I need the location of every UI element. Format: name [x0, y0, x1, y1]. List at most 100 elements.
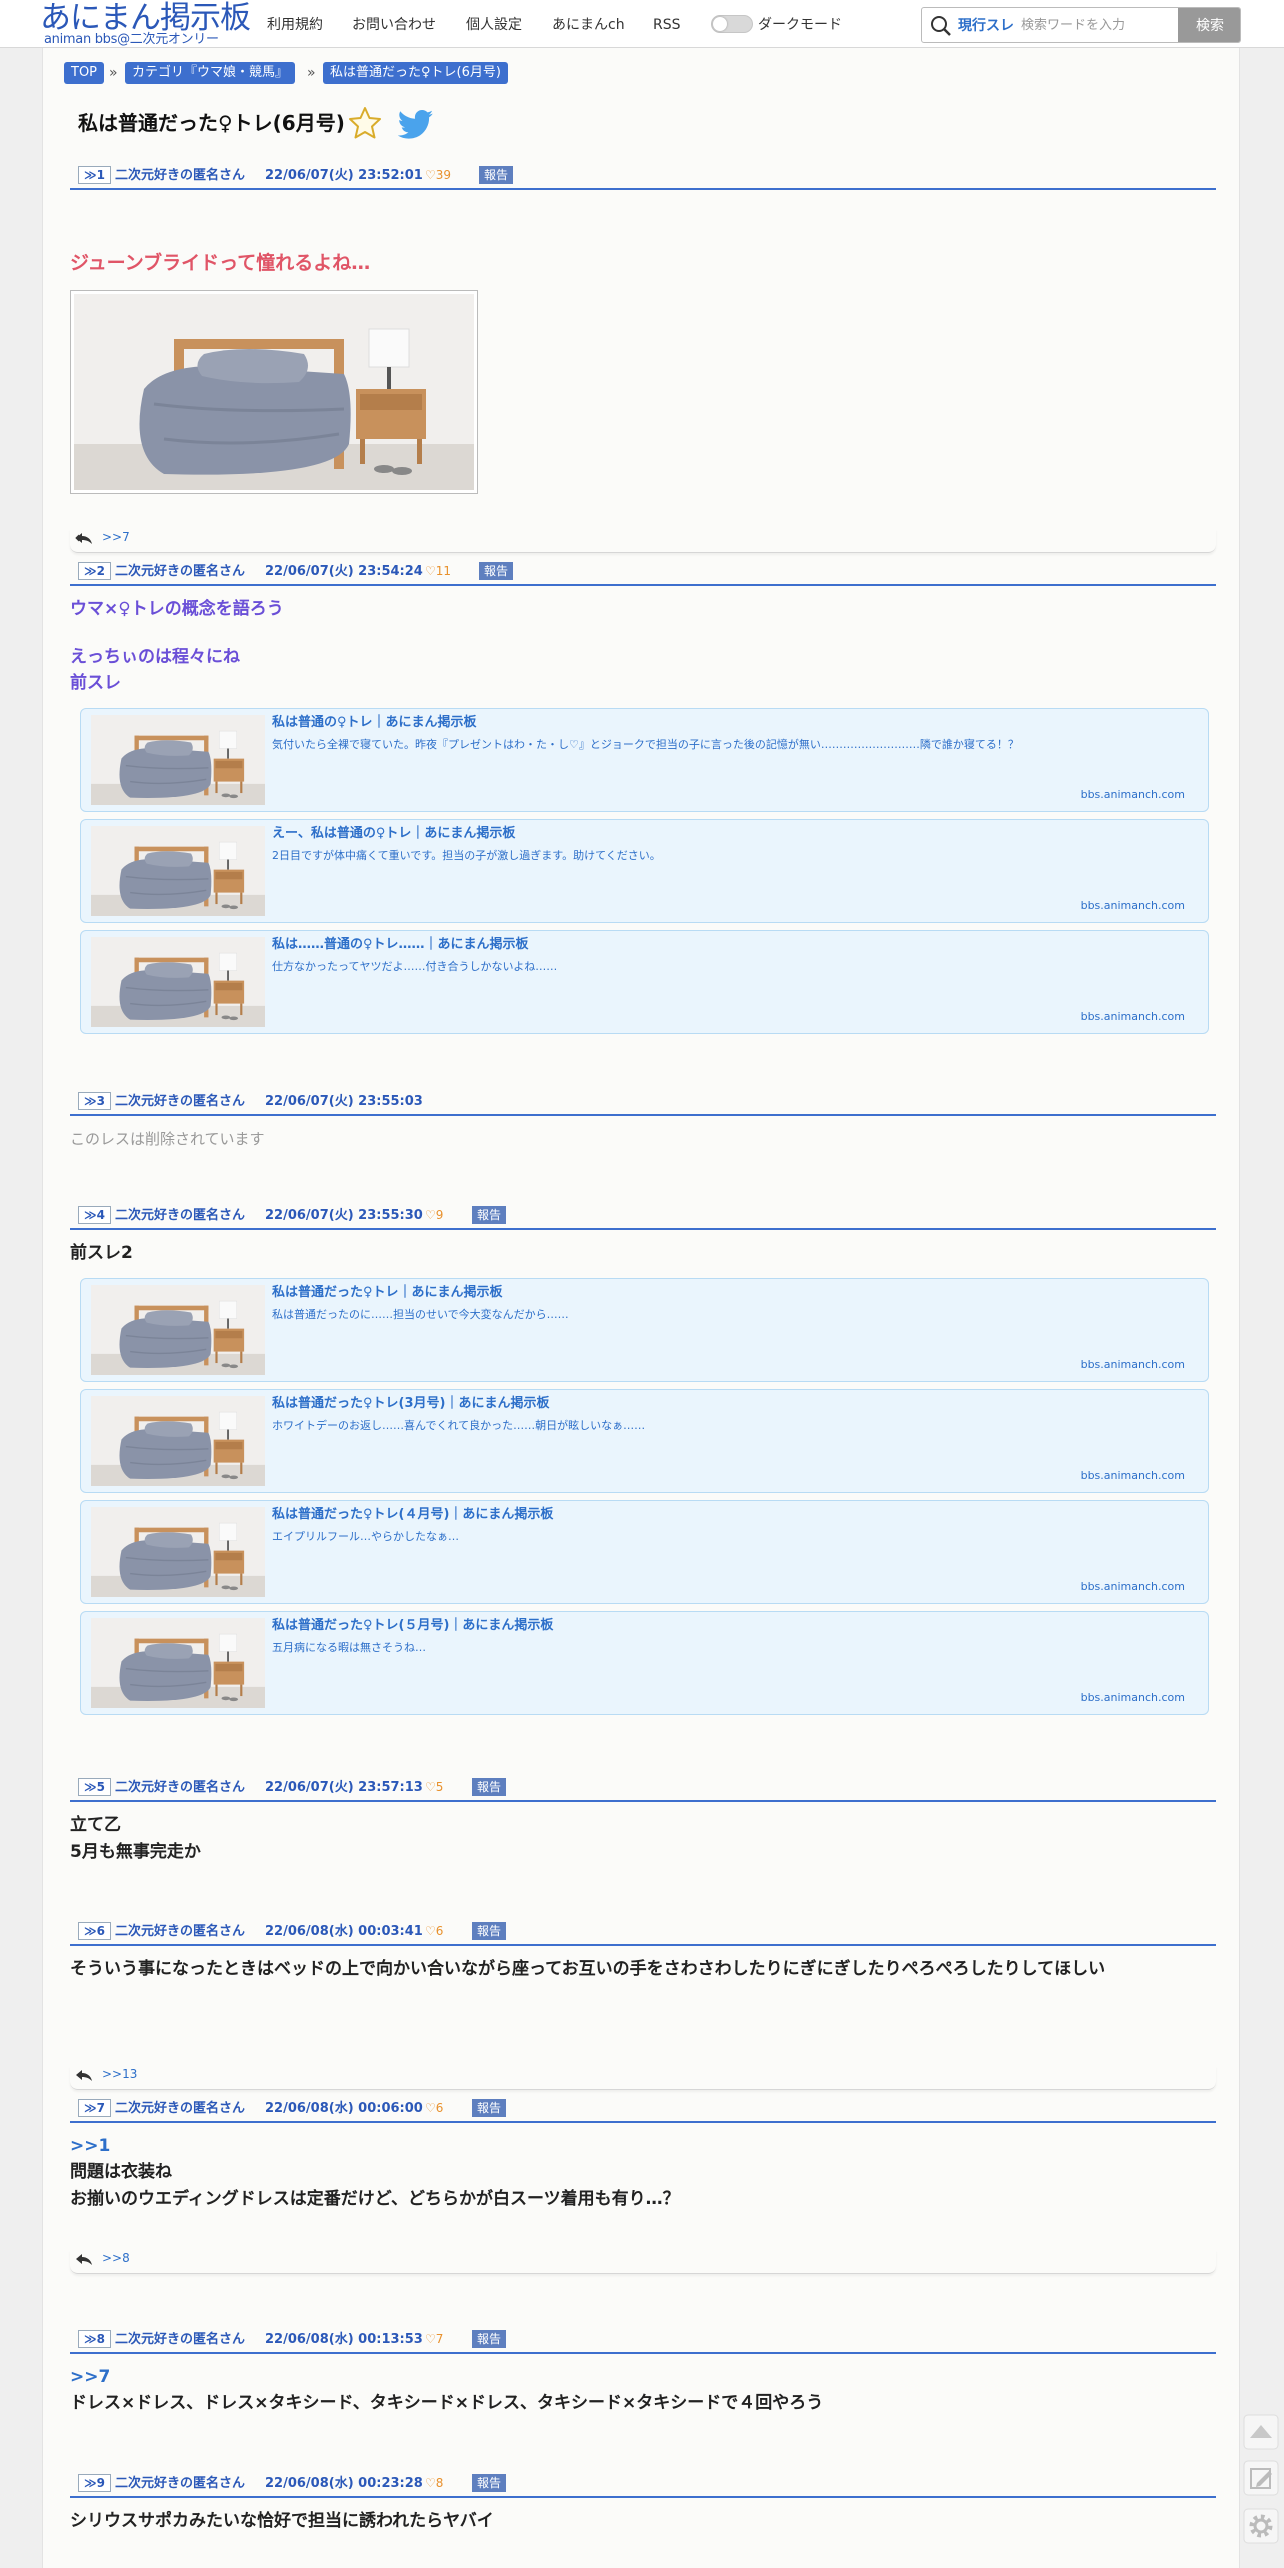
reply-bar: >>13	[70, 2066, 1216, 2090]
heart-icon: ♡	[425, 1208, 436, 1222]
report-button[interactable]: 報告	[472, 1778, 507, 1796]
quote-link[interactable]: >>1	[70, 2135, 110, 2157]
post-text: ドレス×ドレス、ドレス×タキシード、タキシード×ドレス、タキシード×タキシードで…	[70, 2393, 824, 2413]
like-button[interactable]: ♡7	[425, 2331, 443, 2348]
write-post-icon[interactable]	[1243, 2460, 1279, 2496]
search-scope-selector[interactable]: 現行スレ	[958, 17, 1014, 35]
reply-arrow-icon	[75, 533, 92, 544]
post-header: ≫4 二次元好きの匿名さん 22/06/07(火) 23:55:30 ♡9 報告	[70, 1202, 1216, 1230]
post-number[interactable]: ≫3	[78, 1092, 111, 1110]
report-button[interactable]: 報告	[479, 562, 514, 580]
reply-bar: >>7	[70, 529, 1216, 553]
post-number[interactable]: ≫1	[78, 166, 111, 184]
card-thumbnail	[91, 1396, 265, 1486]
reply-link[interactable]: >>8	[102, 2250, 130, 2266]
post-date: 22/06/08(水) 00:03:41	[265, 1924, 423, 1939]
like-button[interactable]: ♡6	[425, 1923, 443, 1940]
post-author: 二次元好きの匿名さん	[115, 2476, 246, 2491]
report-button[interactable]: 報告	[472, 2474, 507, 2492]
card-description: 仕方なかったってヤツだよ……付き合うしかないよね……	[272, 960, 558, 973]
heart-icon: ♡	[425, 2101, 436, 2115]
post-6: ≫6 二次元好きの匿名さん 22/06/08(水) 00:03:41 ♡6 報告…	[70, 1918, 1216, 2090]
reply-link[interactable]: >>7	[102, 529, 130, 545]
like-button[interactable]: ♡9	[425, 1207, 443, 1224]
search-button[interactable]: 検索	[1178, 8, 1240, 42]
reply-link[interactable]: >>13	[102, 2066, 137, 2082]
post-text: 立て乙	[70, 1815, 121, 1835]
content-panel: TOP » カテゴリ『ウマ娘・競馬』 » 私は普通だった♀トレ(6月号) 私は普…	[42, 48, 1240, 2568]
like-button[interactable]: ♡8	[425, 2475, 443, 2492]
post-number[interactable]: ≫4	[78, 1206, 111, 1224]
card-title: 私は普通だった♀トレ(４月号)｜あにまん掲示板	[272, 1507, 554, 1522]
post-8: ≫8 二次元好きの匿名さん 22/06/08(水) 00:13:53 ♡7 報告…	[70, 2326, 1216, 2413]
card-domain: bbs.animanch.com	[1080, 1010, 1185, 1023]
card-title: 私は普通の♀トレ｜あにまん掲示板	[272, 715, 477, 730]
top-header: あにまん掲示板 animan bbs@二次元オンリー 利用規約 お問い合わせ 個…	[0, 0, 1284, 48]
link-card[interactable]: 私は普通だった♀トレ(４月号)｜あにまん掲示板 エイプリルフール…やらかしたなぁ…	[80, 1500, 1209, 1604]
reply-arrow-icon	[76, 2254, 92, 2265]
link-card[interactable]: えー、私は普通の♀トレ｜あにまん掲示板 2日目ですが体中痛くて重いです。担当の子…	[80, 819, 1209, 923]
post-number[interactable]: ≫2	[78, 562, 111, 580]
report-button[interactable]: 報告	[472, 1922, 507, 1940]
nav-contact[interactable]: お問い合わせ	[352, 16, 436, 34]
post-text: お揃いのウエディングドレスは定番だけど、どちらかが白スーツ着用も有り…？	[70, 2189, 680, 2209]
post-number[interactable]: ≫8	[78, 2330, 111, 2348]
link-card[interactable]: 私は普通だった♀トレ｜あにまん掲示板 私は普通だったのに……担当のせいで今大変な…	[80, 1278, 1209, 1382]
post-number[interactable]: ≫6	[78, 1922, 111, 1940]
breadcrumb-category[interactable]: カテゴリ『ウマ娘・競馬』	[125, 62, 296, 84]
post-link-text[interactable]: 前スレ2	[70, 1242, 133, 1264]
card-description: 五月病になる暇は無さそうね…	[272, 1641, 426, 1654]
scroll-top-button[interactable]	[1243, 2414, 1279, 2450]
breadcrumb-thread[interactable]: 私は普通だった♀トレ(6月号)	[323, 62, 508, 84]
nav-rss[interactable]: RSS	[653, 16, 681, 34]
card-domain: bbs.animanch.com	[1080, 1580, 1185, 1593]
report-button[interactable]: 報告	[472, 1206, 507, 1224]
post-date: 22/06/08(水) 00:06:00	[265, 2101, 423, 2116]
heart-icon: ♡	[425, 1924, 436, 1938]
like-button[interactable]: ♡5	[425, 1779, 443, 1796]
link-card[interactable]: 私は普通だった♀トレ(５月号)｜あにまん掲示板 五月病になる暇は無さそうね… b…	[80, 1611, 1209, 1715]
like-count: 39	[435, 168, 452, 182]
report-button[interactable]: 報告	[472, 2099, 507, 2117]
post-header: ≫3 二次元好きの匿名さん 22/06/07(火) 23:55:03	[70, 1088, 1216, 1116]
post-number[interactable]: ≫7	[78, 2099, 111, 2117]
card-description: 2日目ですが体中痛くて重いです。担当の子が激し過ぎます。助けてください。	[272, 849, 661, 862]
like-button[interactable]: ♡6	[425, 2100, 443, 2117]
site-logo[interactable]: あにまん掲示板 animan bbs@二次元オンリー	[40, 1, 251, 47]
dark-mode-toggle[interactable]	[711, 15, 753, 33]
report-button[interactable]: 報告	[479, 166, 514, 184]
card-title: 私は普通だった♀トレ｜あにまん掲示板	[272, 1285, 503, 1300]
heart-icon: ♡	[425, 2476, 436, 2490]
post-number[interactable]: ≫5	[78, 1778, 111, 1796]
nav-animanch[interactable]: あにまんch	[552, 16, 625, 34]
twitter-share-icon[interactable]	[398, 110, 434, 140]
post-link-text[interactable]: 前スレ	[70, 672, 121, 694]
toggle-knob	[713, 17, 727, 31]
post-author: 二次元好きの匿名さん	[115, 1780, 246, 1795]
like-button[interactable]: ♡11	[425, 563, 451, 580]
nav-personal-settings[interactable]: 個人設定	[466, 16, 522, 34]
link-card[interactable]: 私は……普通の♀トレ……｜あにまん掲示板 仕方なかったってヤツだよ……付き合うし…	[80, 930, 1209, 1034]
link-card[interactable]: 私は普通だった♀トレ(3月号)｜あにまん掲示板 ホワイトデーのお返し……喜んでく…	[80, 1389, 1209, 1493]
settings-gear-icon[interactable]	[1243, 2508, 1279, 2544]
search-box: 現行スレ 検索	[921, 7, 1241, 43]
nav-terms[interactable]: 利用規約	[267, 16, 323, 34]
post-author: 二次元好きの匿名さん	[115, 1094, 246, 1109]
like-button[interactable]: ♡39	[425, 167, 451, 184]
post-header: ≫9 二次元好きの匿名さん 22/06/08(水) 00:23:28 ♡8 報告	[70, 2470, 1216, 2498]
logo-sub-text: animan bbs@二次元オンリー	[44, 32, 219, 47]
post-text: そういう事になったときはベッドの上で向かい合いながら座ってお互いの手をさわさわし…	[70, 1959, 1106, 1979]
card-domain: bbs.animanch.com	[1080, 788, 1185, 801]
link-card[interactable]: 私は普通の♀トレ｜あにまん掲示板 気付いたら全裸で寝ていた。昨夜『プレゼントはわ…	[80, 708, 1209, 812]
breadcrumb-top[interactable]: TOP	[64, 62, 105, 84]
post-number[interactable]: ≫9	[78, 2474, 111, 2492]
post-date: 22/06/08(水) 00:13:53	[265, 2332, 423, 2347]
favorite-star-icon[interactable]	[348, 106, 382, 140]
post-image[interactable]	[70, 290, 478, 494]
post-date: 22/06/07(火) 23:54:24	[265, 564, 423, 579]
like-count: 7	[435, 2332, 444, 2346]
heart-icon: ♡	[425, 1780, 436, 1794]
report-button[interactable]: 報告	[472, 2330, 507, 2348]
quote-link[interactable]: >>7	[70, 2366, 110, 2388]
search-input[interactable]	[1021, 12, 1166, 38]
